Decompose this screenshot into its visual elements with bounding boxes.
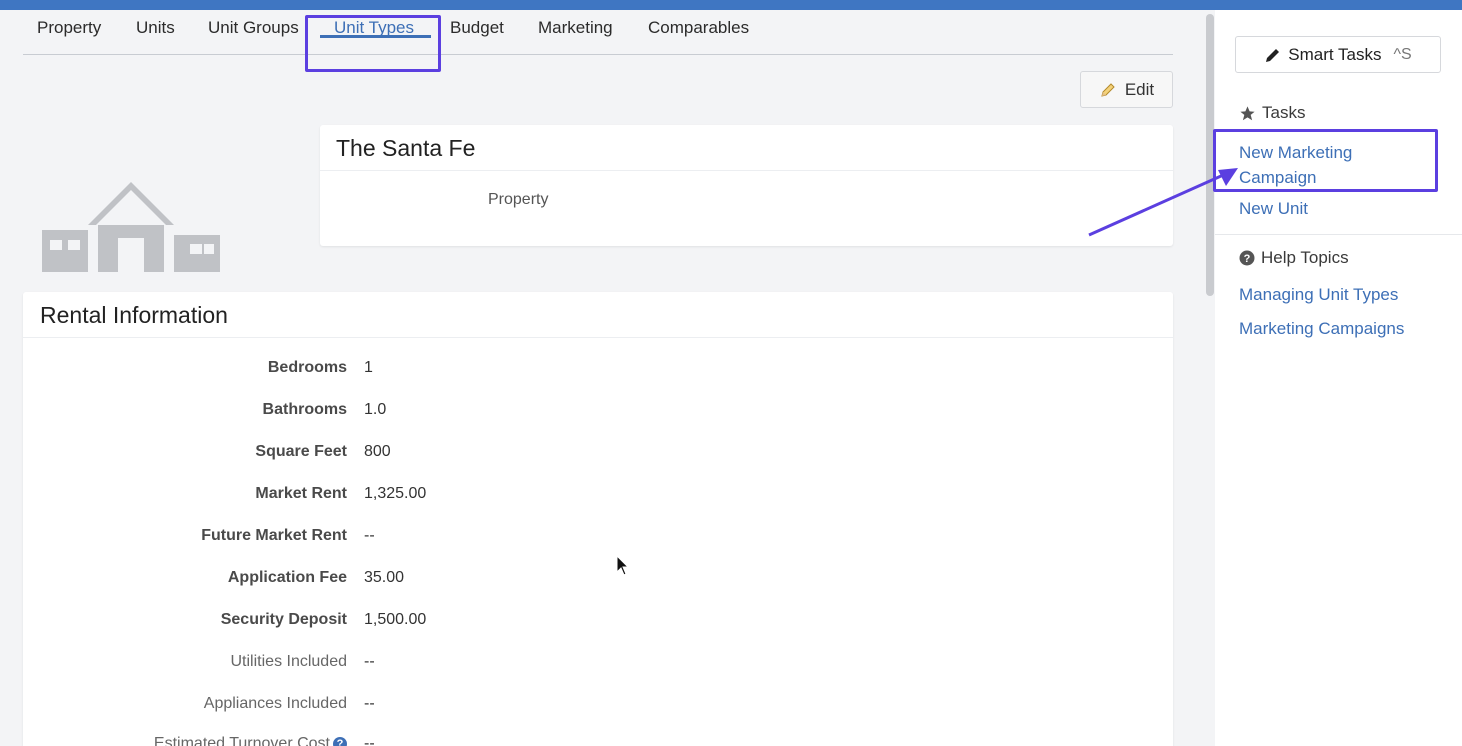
tasks-heading: Tasks <box>1239 103 1305 123</box>
field-label: Security Deposit <box>220 611 347 628</box>
edit-button-label: Edit <box>1124 79 1155 99</box>
tab-property[interactable]: Property <box>37 18 101 38</box>
detail-row-appliances-included: Appliances Included -- <box>23 695 623 719</box>
annotation-highlight-tab <box>305 15 441 72</box>
field-label: Application Fee <box>227 569 347 586</box>
field-value: 1.0 <box>364 401 387 418</box>
rental-information-card: Rental Information Bedrooms 1 Bathrooms … <box>23 292 1173 746</box>
detail-row-square-feet: Square Feet 800 <box>23 443 623 467</box>
annotation-highlight-task <box>1213 129 1438 192</box>
help-link-managing-unit-types[interactable]: Managing Unit Types <box>1239 285 1398 305</box>
field-value: 1 <box>364 359 373 376</box>
help-icon[interactable]: ? <box>333 737 347 746</box>
detail-row-future-market-rent: Future Market Rent -- <box>23 527 623 551</box>
smart-tasks-shortcut: ^S <box>1393 45 1412 63</box>
field-value: -- <box>364 527 375 544</box>
star-icon <box>1240 105 1255 120</box>
pencil-icon <box>1101 82 1115 97</box>
field-label: Bathrooms <box>262 401 347 418</box>
svg-text:?: ? <box>1244 253 1251 265</box>
field-value: 1,500.00 <box>364 611 427 628</box>
help-topics-heading: ? Help Topics <box>1239 248 1349 268</box>
field-label: Market Rent <box>255 485 347 502</box>
property-card: The Santa Fe Property <box>320 125 1173 246</box>
tasks-heading-label: Tasks <box>1262 103 1306 122</box>
mouse-cursor-icon <box>616 555 630 576</box>
sidebar-divider <box>1215 234 1462 235</box>
tab-comparables[interactable]: Comparables <box>648 18 749 38</box>
tab-bar: Property Units Unit Groups Unit Types Bu… <box>23 14 1173 55</box>
divider <box>320 170 1173 171</box>
field-value: 35.00 <box>364 569 405 586</box>
help-link-marketing-campaigns[interactable]: Marketing Campaigns <box>1239 319 1404 339</box>
top-header-bar <box>0 0 1462 10</box>
detail-row-estimated-turnover-cost: Estimated Turnover Cost? -- <box>23 735 623 746</box>
detail-row-bedrooms: Bedrooms 1 <box>23 359 623 383</box>
field-label: Bedrooms <box>267 359 347 376</box>
field-label: Square Feet <box>255 443 347 460</box>
field-value: 800 <box>364 443 391 460</box>
question-circle-icon: ? <box>1239 250 1255 266</box>
smart-tasks-button[interactable]: Smart Tasks ^S <box>1235 36 1441 73</box>
detail-row-application-fee: Application Fee 35.00 <box>23 569 623 593</box>
property-label: Property <box>488 191 549 208</box>
help-topics-label: Help Topics <box>1261 248 1349 267</box>
tab-budget[interactable]: Budget <box>450 18 504 38</box>
field-value: 1,325.00 <box>364 485 427 502</box>
rental-info-title: Rental Information <box>40 302 228 328</box>
pen-icon <box>1266 48 1280 62</box>
field-value: -- <box>364 653 375 670</box>
field-value: -- <box>364 695 375 712</box>
annotation-arrow-icon <box>1088 168 1238 237</box>
detail-row-utilities-included: Utilities Included -- <box>23 653 623 677</box>
field-label: Appliances Included <box>203 695 347 712</box>
field-value: -- <box>364 735 375 746</box>
detail-row-market-rent: Market Rent 1,325.00 <box>23 485 623 509</box>
tab-marketing[interactable]: Marketing <box>538 18 613 38</box>
field-label-text: Estimated Turnover Cost <box>153 735 330 746</box>
new-unit-link[interactable]: New Unit <box>1239 199 1308 219</box>
tab-unit-groups[interactable]: Unit Groups <box>208 18 299 38</box>
field-label: Utilities Included <box>230 653 348 670</box>
field-label: Estimated Turnover Cost? <box>154 735 347 746</box>
unit-type-title: The Santa Fe <box>336 135 476 161</box>
field-label: Future Market Rent <box>201 527 347 544</box>
divider <box>23 337 1173 338</box>
tab-units[interactable]: Units <box>136 18 175 38</box>
detail-row-security-deposit: Security Deposit 1,500.00 <box>23 611 623 635</box>
smart-tasks-label: Smart Tasks <box>1288 44 1382 64</box>
property-house-icon <box>42 182 220 272</box>
edit-button[interactable]: Edit <box>1080 71 1173 108</box>
detail-row-bathrooms: Bathrooms 1.0 <box>23 401 623 425</box>
